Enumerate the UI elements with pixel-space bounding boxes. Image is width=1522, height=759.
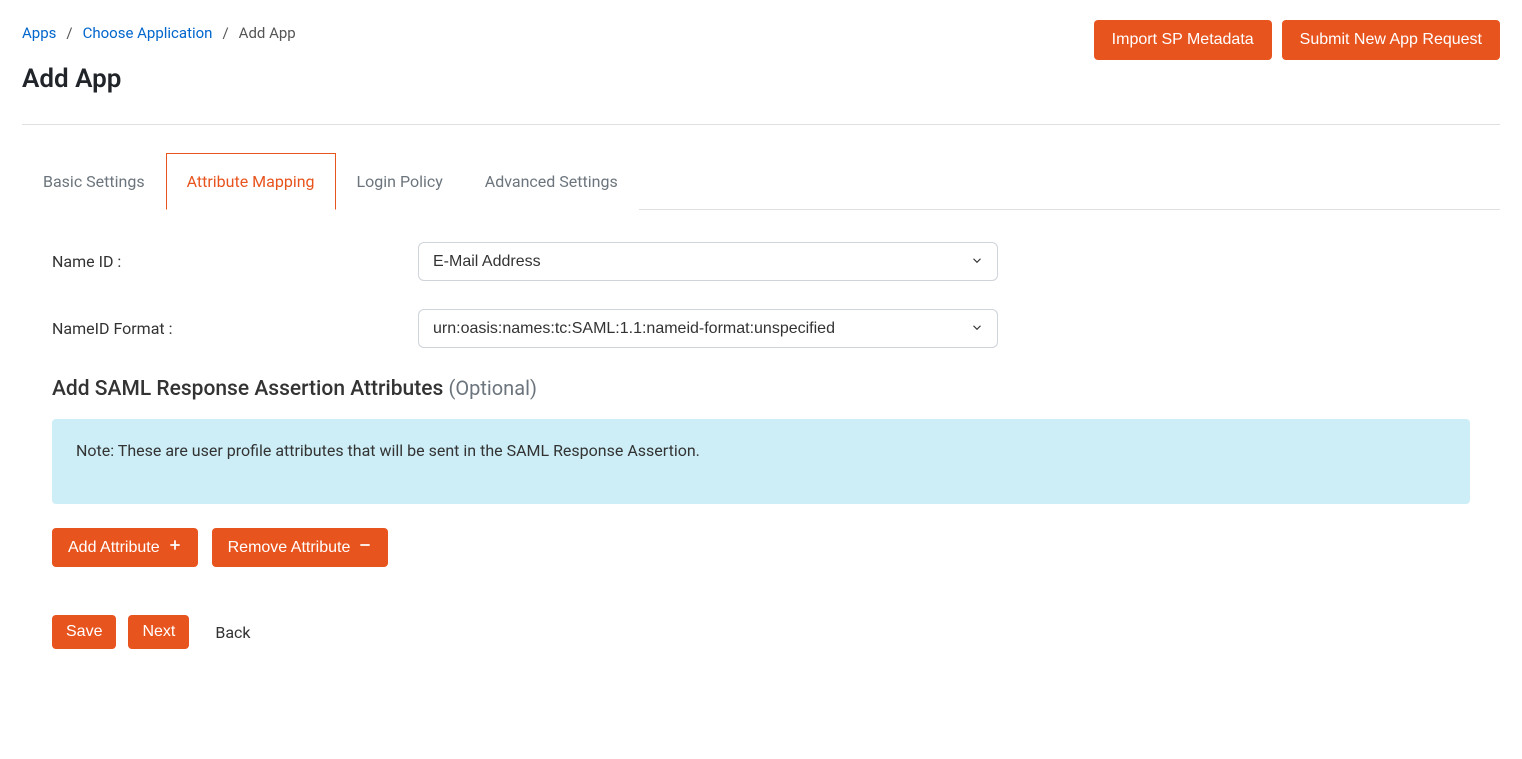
add-attribute-button[interactable]: Add Attribute	[52, 528, 198, 567]
nameid-format-select[interactable]: urn:oasis:names:tc:SAML:1.1:nameid-forma…	[418, 309, 998, 348]
name-id-row: Name ID : E-Mail Address	[52, 242, 1470, 281]
action-bar: Save Next Back	[52, 615, 1470, 649]
remove-attribute-label: Remove Attribute	[228, 539, 351, 557]
section-heading: Add SAML Response Assertion Attributes (…	[52, 376, 1470, 401]
tab-basic-settings[interactable]: Basic Settings	[22, 153, 166, 210]
note-box: Note: These are user profile attributes …	[52, 419, 1470, 504]
tab-advanced-settings[interactable]: Advanced Settings	[464, 153, 639, 210]
breadcrumb-apps[interactable]: Apps	[22, 24, 56, 42]
attribute-buttons: Add Attribute Remove Attribute	[52, 528, 1470, 567]
breadcrumb-separator: /	[222, 24, 228, 42]
submit-new-app-request-button[interactable]: Submit New App Request	[1282, 20, 1500, 60]
remove-attribute-button[interactable]: Remove Attribute	[212, 528, 389, 567]
minus-icon	[358, 538, 372, 557]
divider	[22, 124, 1500, 125]
tab-attribute-mapping[interactable]: Attribute Mapping	[166, 153, 336, 210]
breadcrumb-separator: /	[66, 24, 72, 42]
tab-login-policy[interactable]: Login Policy	[336, 153, 464, 210]
breadcrumb-choose-application[interactable]: Choose Application	[83, 24, 213, 42]
import-sp-metadata-button[interactable]: Import SP Metadata	[1094, 20, 1272, 60]
add-attribute-label: Add Attribute	[68, 539, 160, 557]
content-area: Name ID : E-Mail Address NameID Format :…	[22, 210, 1500, 649]
section-heading-text: Add SAML Response Assertion Attributes	[52, 377, 443, 401]
section-heading-optional: (Optional)	[449, 376, 537, 400]
save-button[interactable]: Save	[52, 615, 116, 649]
nameid-format-row: NameID Format : urn:oasis:names:tc:SAML:…	[52, 309, 1470, 348]
plus-icon	[168, 538, 182, 557]
name-id-select[interactable]: E-Mail Address	[418, 242, 998, 281]
top-action-buttons: Import SP Metadata Submit New App Reques…	[1094, 20, 1500, 60]
nameid-format-label: NameID Format :	[52, 319, 418, 338]
tabs: Basic Settings Attribute Mapping Login P…	[22, 153, 1500, 210]
back-link[interactable]: Back	[215, 623, 250, 642]
name-id-label: Name ID :	[52, 252, 418, 271]
next-button[interactable]: Next	[128, 615, 189, 649]
breadcrumb: Apps / Choose Application / Add App	[22, 24, 296, 42]
page-title: Add App	[22, 64, 296, 94]
breadcrumb-current: Add App	[239, 24, 296, 42]
